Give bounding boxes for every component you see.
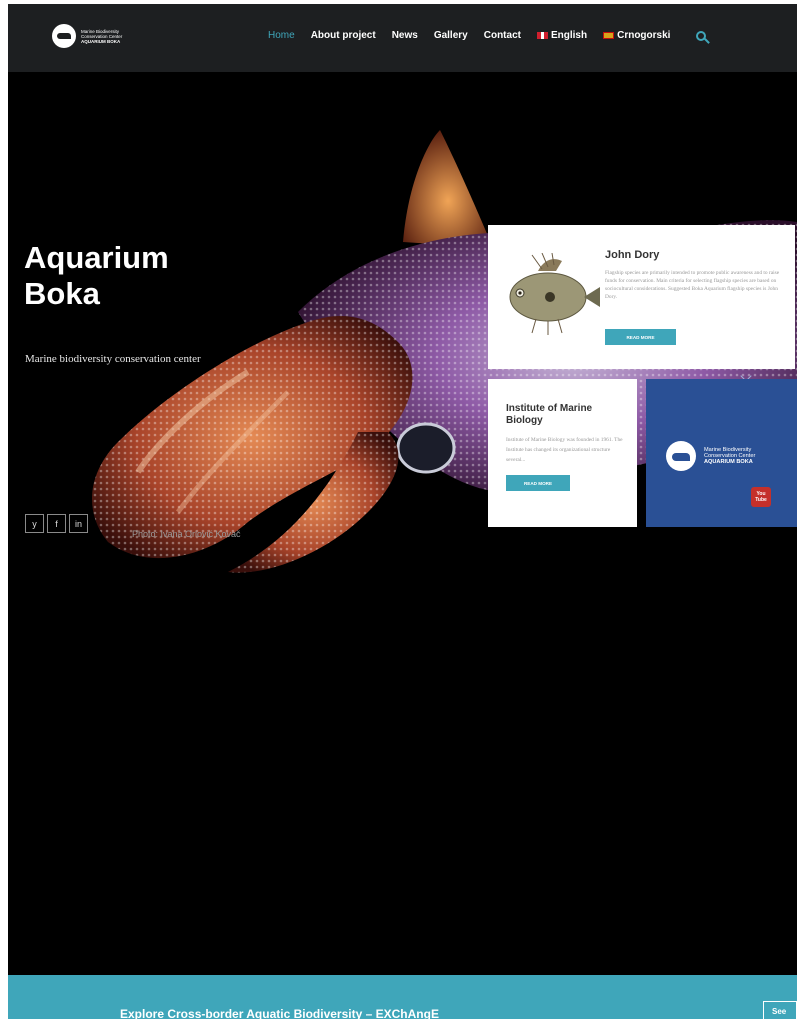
see-button[interactable]: See <box>763 1001 797 1019</box>
logo-icon <box>52 24 76 48</box>
john-dory-text: Flagship species are primarily intended … <box>605 270 780 300</box>
hero-title-line-2: Boka <box>24 276 100 311</box>
institute-title: Institute of Marine Biology <box>506 403 593 426</box>
logo-line-1: Marine Biodiversity <box>81 28 120 34</box>
logo-line-3: AQUARIUM BOKA <box>81 38 121 44</box>
institute-text: Institute of Marine Biology was founded … <box>506 437 623 463</box>
twitter-icon[interactable]: y <box>25 514 44 533</box>
main-nav: Home About project News Gallery Contact … <box>268 30 707 41</box>
hero-title-line-1: Aquarium <box>24 240 169 275</box>
nav-home[interactable]: Home <box>268 30 295 41</box>
aquarium-logo-icon <box>666 441 696 471</box>
search-icon[interactable] <box>696 30 707 41</box>
youtube-icon[interactable]: You Tube <box>751 487 771 507</box>
youtube-label-bottom: Tube <box>755 497 767 503</box>
hero-subtitle: Marine biodiversity conservation center <box>25 353 201 365</box>
nav-about-project[interactable]: About project <box>311 30 376 41</box>
logo-line-2: Conservation Center <box>81 33 123 39</box>
promo-line-3: AQUARIUM BOKA <box>704 459 753 465</box>
john-dory-read-more-button[interactable]: READ MORE <box>605 329 676 345</box>
photo-credit: Photo: Ivana Orlović Kovač <box>132 529 241 539</box>
language-crnogorski-label: Crnogorski <box>617 30 671 41</box>
nav-gallery[interactable]: Gallery <box>434 30 468 41</box>
facebook-icon[interactable]: f <box>47 514 66 533</box>
linkedin-icon[interactable]: in <box>69 514 88 533</box>
aquarium-promo-text: Marine Biodiversity Conservation Center … <box>704 447 755 465</box>
institute-card: Institute of Marine Biology Institute of… <box>488 379 637 527</box>
site-header: Marine Biodiversity Conservation Center … <box>8 4 797 72</box>
institute-read-more-button[interactable]: READ MORE <box>506 475 570 491</box>
nav-contact[interactable]: Contact <box>484 30 521 41</box>
aquarium-promo-card[interactable]: Marine Biodiversity Conservation Center … <box>646 379 797 527</box>
site-frame: Marine Biodiversity Conservation Center … <box>8 4 797 1019</box>
nav-language-crnogorski[interactable]: Crnogorski <box>603 30 670 41</box>
page: Marine Biodiversity Conservation Center … <box>0 0 797 1019</box>
social-links: y f in <box>25 514 91 533</box>
nav-news[interactable]: News <box>392 30 418 41</box>
site-logo[interactable]: Marine Biodiversity Conservation Center … <box>52 24 122 48</box>
john-dory-fish-image <box>509 253 600 335</box>
uk-flag-icon <box>536 32 548 39</box>
montenegro-flag-icon <box>603 32 615 39</box>
john-dory-title: John Dory <box>605 249 660 261</box>
john-dory-card: John Dory Flagship species are primarily… <box>488 225 795 369</box>
logo-text: Marine Biodiversity Conservation Center … <box>81 29 122 44</box>
explore-banner-text: Explore Cross-border Aquatic Biodiversit… <box>120 1007 439 1019</box>
explore-banner: Explore Cross-border Aquatic Biodiversit… <box>8 975 797 1019</box>
language-english-label: English <box>550 30 588 41</box>
nav-language-english[interactable]: English <box>536 30 588 41</box>
hero-title: Aquarium Boka <box>24 240 169 312</box>
